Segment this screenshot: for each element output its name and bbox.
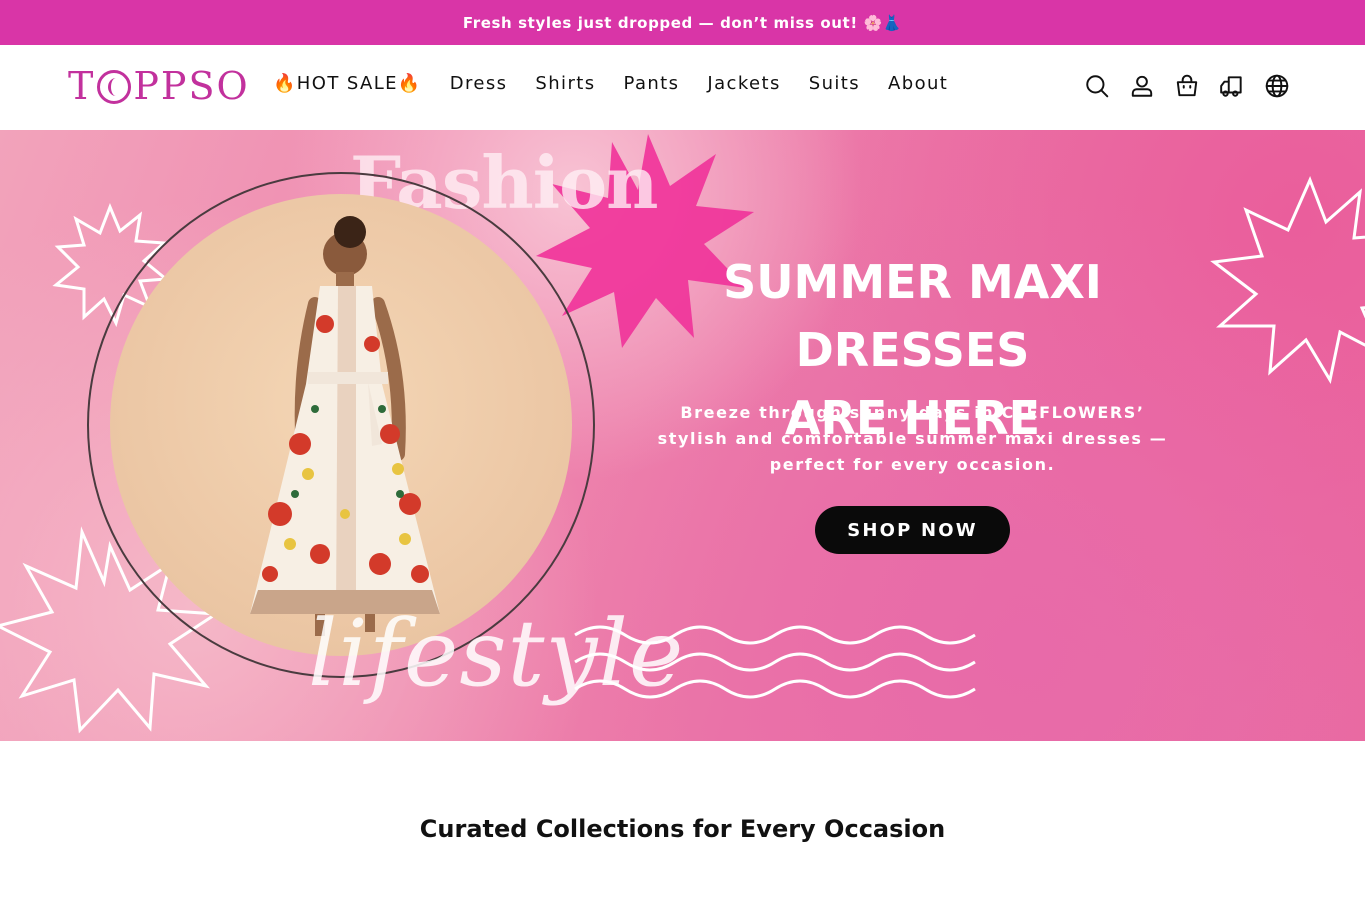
- account-icon[interactable]: [1127, 71, 1157, 101]
- search-icon[interactable]: [1082, 71, 1112, 101]
- hero-word-lifestyle: lifestyle: [308, 600, 685, 707]
- nav-item-suits[interactable]: Suits: [809, 73, 860, 94]
- section-title-curated-collections: Curated Collections for Every Occasion: [419, 815, 946, 843]
- logo-face-mark-icon: [97, 70, 132, 104]
- hero-subcopy-line1: Breeze through sunny days in CLEFLOWERS’: [680, 403, 1145, 422]
- hero-subcopy: Breeze through sunny days in CLEFLOWERS’…: [650, 400, 1175, 478]
- nav-item-dress[interactable]: Dress: [450, 73, 508, 94]
- hero-headline-line1: SUMMER MAXI DRESSES: [723, 255, 1102, 377]
- nav-item-shirts[interactable]: Shirts: [535, 73, 595, 94]
- model-photo: [110, 194, 572, 656]
- model-dress-illustration: [250, 216, 440, 636]
- header-icons: [1082, 71, 1292, 101]
- brand-logo[interactable]: T PPSO: [68, 63, 250, 109]
- hero-subcopy-line2: stylish and comfortable summer maxi dres…: [657, 429, 1168, 448]
- site-header: T PPSO 🔥HOT SALE🔥 Dress Shirts Pants Jac…: [0, 45, 1365, 130]
- main-nav: 🔥HOT SALE🔥 Dress Shirts Pants Jackets Su…: [273, 73, 976, 94]
- logo-letter-t: T: [68, 64, 96, 108]
- logo-letters-ppso: PPSO: [133, 64, 250, 108]
- track-order-icon[interactable]: [1217, 71, 1247, 101]
- nav-item-hot-sale[interactable]: 🔥HOT SALE🔥: [273, 73, 422, 94]
- shop-now-button[interactable]: SHOP NOW: [815, 506, 1010, 554]
- announcement-bar: Fresh styles just dropped — don’t miss o…: [0, 0, 1365, 45]
- nav-item-jackets[interactable]: Jackets: [707, 73, 780, 94]
- nav-item-about[interactable]: About: [888, 73, 948, 94]
- hero-subcopy-line3: perfect for every occasion.: [769, 455, 1056, 474]
- announcement-text: Fresh styles just dropped — don’t miss o…: [462, 13, 903, 32]
- hero-banner[interactable]: Fashion lifestyle SUMMER MAXI DRESSES AR…: [0, 130, 1365, 741]
- cart-icon[interactable]: [1172, 71, 1202, 101]
- language-globe-icon[interactable]: [1262, 71, 1292, 101]
- starburst-outline-right: [1210, 176, 1365, 385]
- nav-item-pants[interactable]: Pants: [624, 73, 680, 94]
